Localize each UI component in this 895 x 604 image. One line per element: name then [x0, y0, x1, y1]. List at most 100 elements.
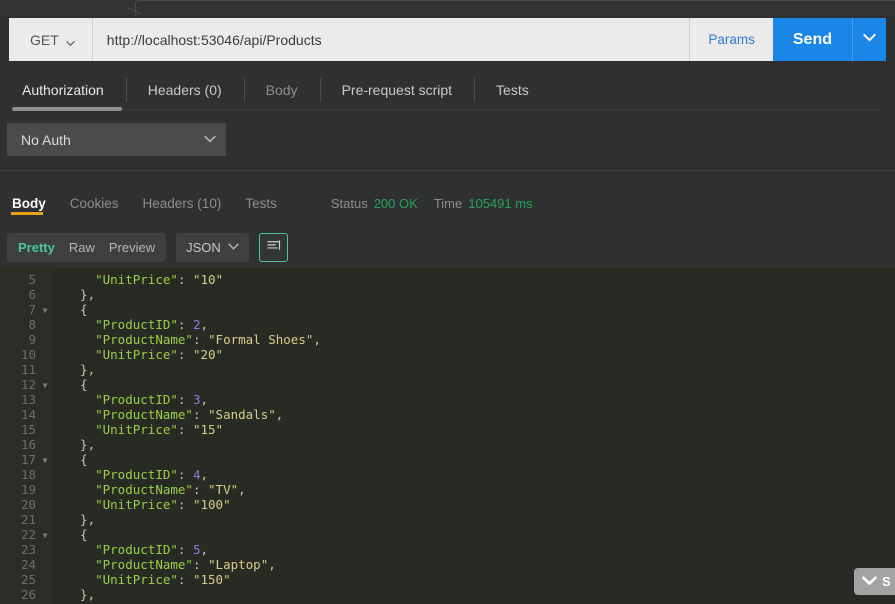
- fold-spacer: [38, 272, 52, 287]
- code-line: 19 "ProductName": "TV",: [0, 482, 895, 497]
- code-text: {: [52, 452, 88, 467]
- line-number: 9: [0, 332, 38, 347]
- scroll-down-button[interactable]: S: [854, 568, 895, 595]
- wrap-lines-icon: [266, 238, 281, 258]
- response-tab-active-indicator: [11, 212, 43, 215]
- fold-toggle-icon[interactable]: ▼: [38, 377, 52, 392]
- time-value: 105491: [468, 196, 511, 211]
- response-body-code[interactable]: 5 "UnitPrice": "10"6 },7▼ {8 "ProductID"…: [0, 268, 895, 604]
- fold-spacer: [38, 467, 52, 482]
- code-text: },: [52, 362, 95, 377]
- line-number: 11: [0, 362, 38, 377]
- fold-toggle-icon[interactable]: ▼: [38, 452, 52, 467]
- url-input[interactable]: http://localhost:53046/api/Products: [93, 18, 690, 61]
- code-text: "ProductID": 5,: [52, 542, 208, 557]
- line-number: 23: [0, 542, 38, 557]
- code-line: 18 "ProductID": 4,: [0, 467, 895, 482]
- line-number: 5: [0, 272, 38, 287]
- status-code: 200: [374, 196, 396, 211]
- tab-label: Body: [12, 196, 46, 211]
- send-button[interactable]: Send: [773, 18, 852, 61]
- code-line: 14 "ProductName": "Sandals",: [0, 407, 895, 422]
- fold-spacer: [38, 347, 52, 362]
- fold-spacer: [38, 422, 52, 437]
- code-line: 10 "UnitPrice": "20": [0, 347, 895, 362]
- tab-body[interactable]: Body: [244, 70, 320, 110]
- tab-headers[interactable]: Headers (0): [126, 70, 244, 110]
- line-number: 21: [0, 512, 38, 527]
- tab-tests[interactable]: Tests: [474, 70, 551, 110]
- http-method-selector[interactable]: GET: [9, 18, 93, 61]
- line-number: 14: [0, 407, 38, 422]
- tab-label: Pre-request script: [342, 82, 452, 98]
- line-number: 8: [0, 317, 38, 332]
- code-line: 25 "UnitPrice": "150": [0, 572, 895, 587]
- code-line: 15 "UnitPrice": "15": [0, 422, 895, 437]
- fold-spacer: [38, 332, 52, 347]
- line-number: 13: [0, 392, 38, 407]
- line-number: 16: [0, 437, 38, 452]
- code-text: },: [52, 512, 95, 527]
- send-options-button[interactable]: [852, 18, 886, 61]
- response-tab-headers[interactable]: Headers (10): [131, 188, 234, 218]
- line-number: 15: [0, 422, 38, 437]
- code-line: 5 "UnitPrice": "10": [0, 272, 895, 287]
- fold-spacer: [38, 317, 52, 332]
- code-line: 21 },: [0, 512, 895, 527]
- language-select[interactable]: JSON: [176, 233, 249, 262]
- fold-toggle-icon[interactable]: ▼: [38, 302, 52, 317]
- send-button-group: Send: [773, 18, 886, 61]
- format-preview-button[interactable]: Preview: [102, 233, 162, 262]
- fold-spacer: [38, 407, 52, 422]
- tab-pre-request-script[interactable]: Pre-request script: [320, 70, 474, 110]
- auth-type-select[interactable]: No Auth: [7, 123, 226, 156]
- request-tab-active-indicator: [12, 107, 122, 111]
- code-text: "ProductID": 4,: [52, 467, 208, 482]
- line-number: 6: [0, 287, 38, 302]
- fold-spacer: [38, 392, 52, 407]
- chevron-down-icon: [863, 31, 876, 49]
- fold-spacer: [38, 497, 52, 512]
- time-unit: ms: [515, 196, 532, 211]
- fold-spacer: [38, 287, 52, 302]
- fold-toggle-icon[interactable]: ▼: [38, 527, 52, 542]
- code-text: "ProductID": 2,: [52, 317, 208, 332]
- tab-label: Cookies: [70, 196, 119, 211]
- tab-label: Headers (0): [148, 82, 222, 98]
- code-text: "ProductName": "TV",: [52, 482, 246, 497]
- code-line: 17▼ {: [0, 452, 895, 467]
- tab-label: Headers (10): [143, 196, 222, 211]
- request-tabs-track: [12, 109, 883, 110]
- code-text: },: [52, 287, 95, 302]
- code-text: "UnitPrice": "150": [52, 572, 231, 587]
- time-value-group: 105491 ms: [468, 196, 532, 211]
- response-tab-tests[interactable]: Tests: [233, 188, 289, 218]
- wrap-lines-button[interactable]: [259, 233, 288, 262]
- line-number: 22: [0, 527, 38, 542]
- format-segmented-control: Pretty Raw Preview: [7, 233, 166, 262]
- line-number: 19: [0, 482, 38, 497]
- code-text: {: [52, 527, 88, 542]
- line-number: 26: [0, 587, 38, 602]
- response-meta-bar: Body Cookies Headers (10) Tests Status 2…: [0, 188, 895, 218]
- request-tab-edge: [135, 0, 895, 16]
- code-line: 9 "ProductName": "Formal Shoes",: [0, 332, 895, 347]
- tab-label: Tests: [496, 82, 529, 98]
- tab-authorization[interactable]: Authorization: [0, 70, 126, 110]
- chevron-down-icon: [228, 240, 239, 255]
- code-line: 20 "UnitPrice": "100": [0, 497, 895, 512]
- fold-spacer: [38, 362, 52, 377]
- params-button[interactable]: Params: [689, 18, 773, 61]
- chevron-down-icon: [862, 573, 877, 591]
- format-raw-button[interactable]: Raw: [62, 233, 102, 262]
- code-line: 26 },: [0, 587, 895, 602]
- fold-spacer: [38, 482, 52, 497]
- fold-spacer: [38, 557, 52, 572]
- request-url-bar: GET http://localhost:53046/api/Products …: [9, 18, 886, 61]
- format-pretty-button[interactable]: Pretty: [11, 233, 62, 262]
- response-tab-cookies[interactable]: Cookies: [58, 188, 131, 218]
- code-line: 22▼ {: [0, 527, 895, 542]
- status-badge: 200 OK: [374, 196, 418, 211]
- status-group: Status 200 OK: [331, 196, 418, 211]
- tab-label: Tests: [245, 196, 277, 211]
